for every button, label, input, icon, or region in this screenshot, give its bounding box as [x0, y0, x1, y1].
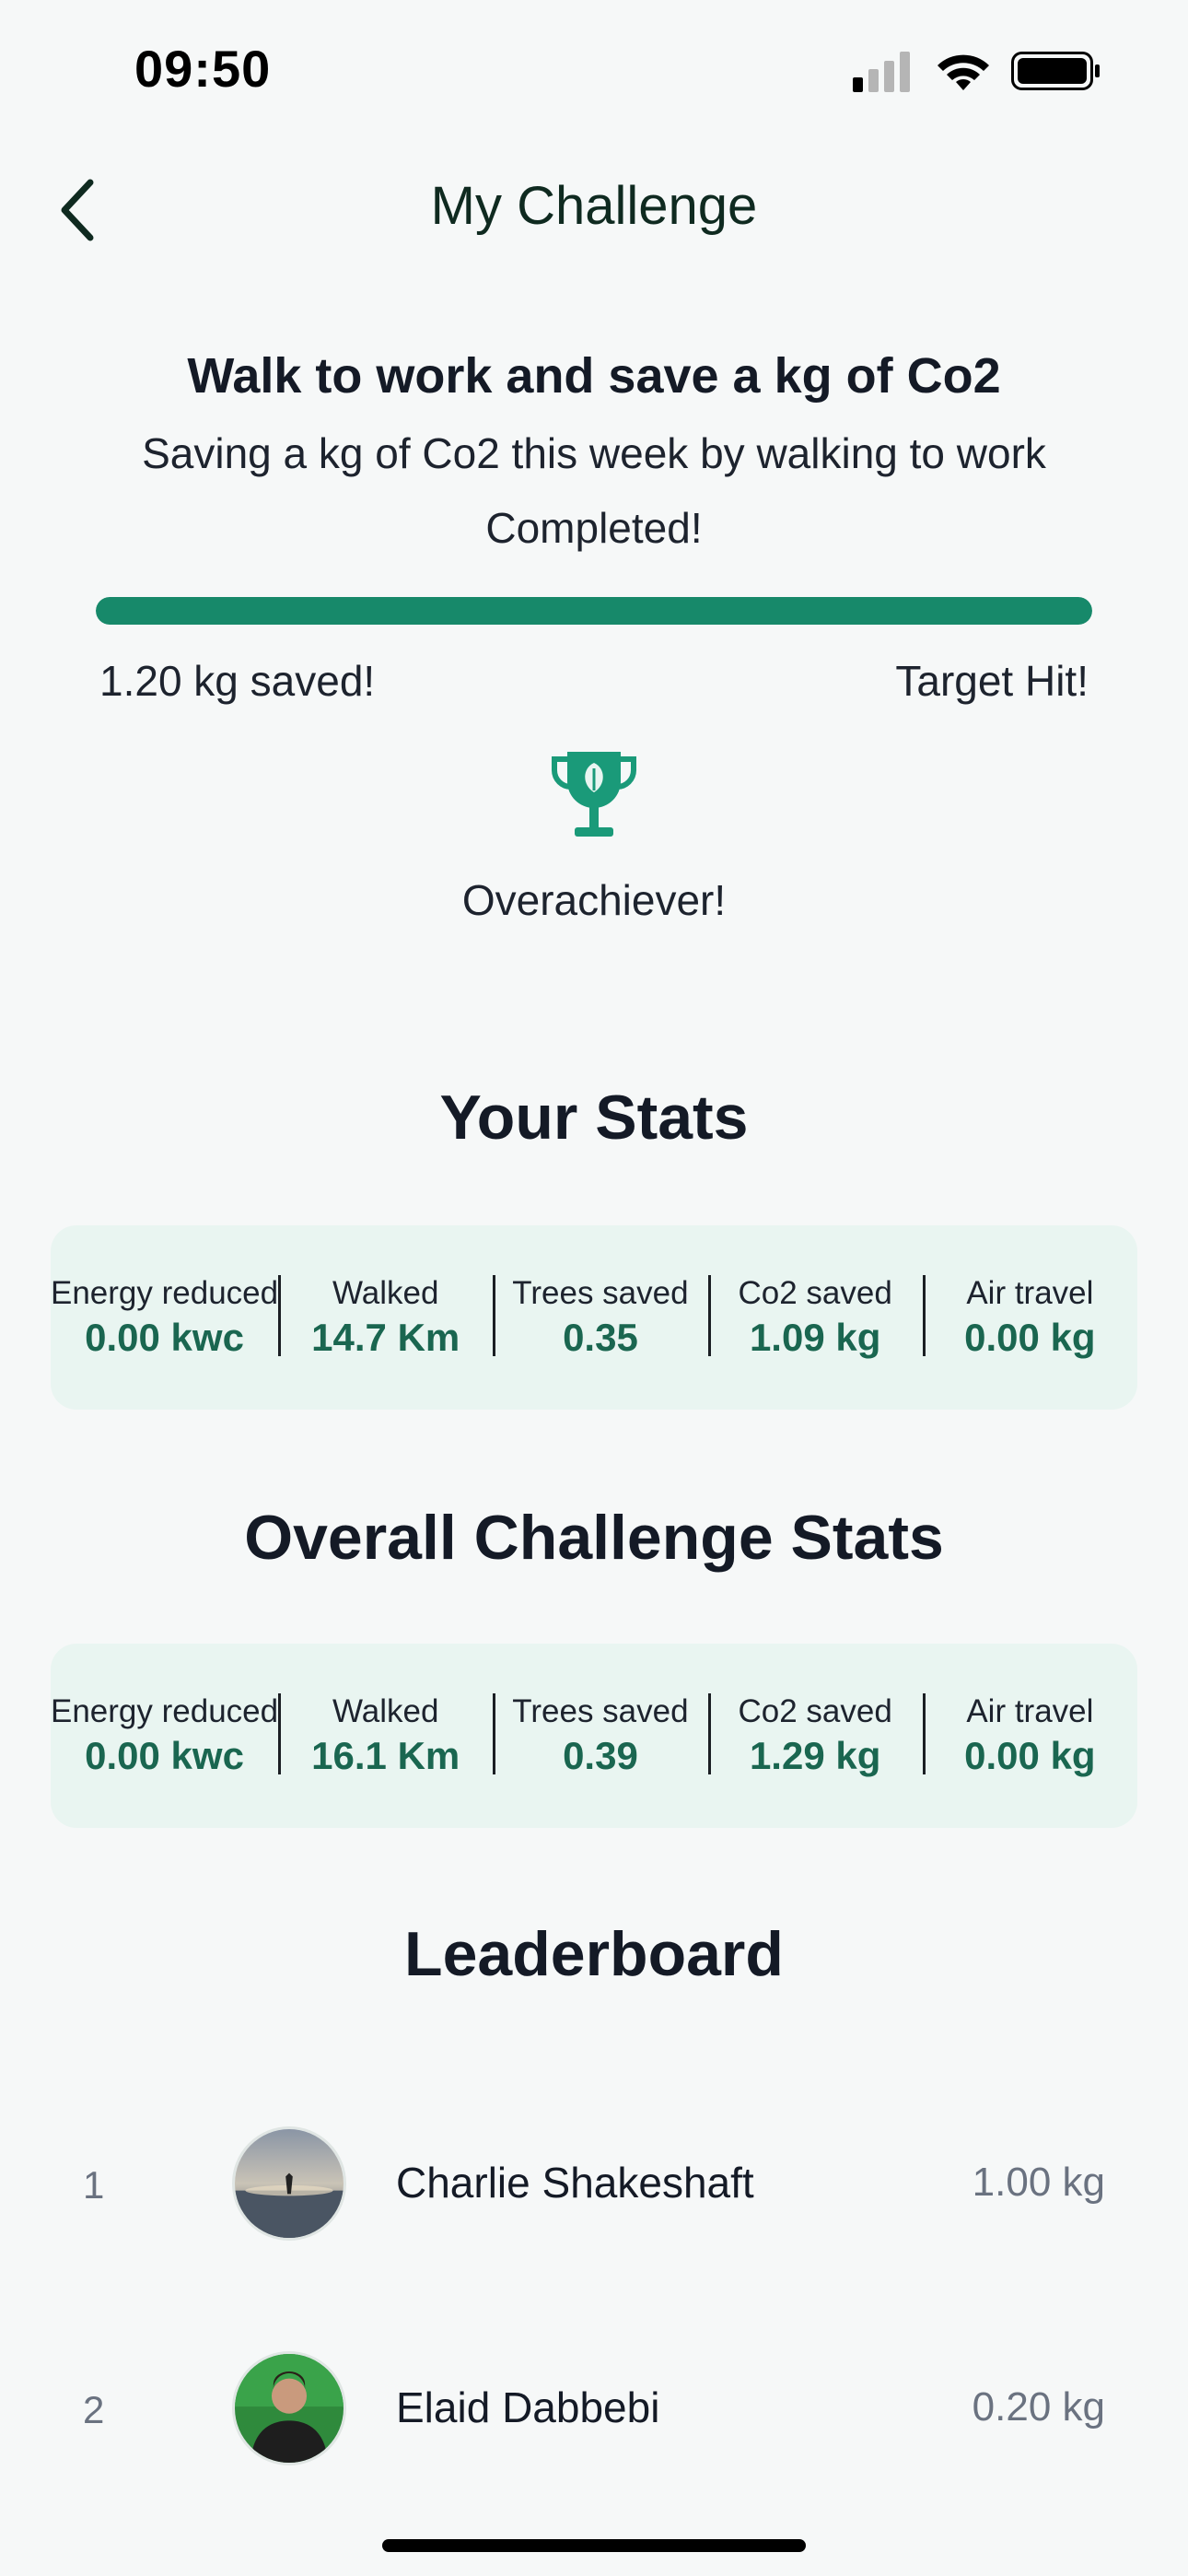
leaderboard-row[interactable]: 2 Elaid Dabbebi 0.20 kg: [0, 2351, 1188, 2471]
stat-air-travel: Air travel 0.00 kg: [922, 1273, 1137, 1362]
target-status-label: Target Hit!: [895, 657, 1089, 705]
leaderboard-name: Charlie Shakeshaft: [396, 2159, 754, 2207]
overall-stats-card: Energy reduced 0.00 kwc Walked 16.1 Km T…: [51, 1644, 1137, 1828]
wifi-icon: [938, 54, 989, 90]
stat-label: Trees saved: [512, 1275, 689, 1311]
stat-trees-saved: Trees saved 0.39: [493, 1692, 707, 1780]
saved-amount-label: 1.20 kg saved!: [99, 657, 376, 705]
leaderboard-rank: 2: [83, 2388, 105, 2431]
avatar: [232, 2126, 346, 2241]
stat-value: 0.00 kwc: [85, 1734, 244, 1777]
leaderboard-title: Leaderboard: [404, 1919, 784, 1989]
signal-icon: [853, 52, 910, 92]
battery-icon: [1011, 52, 1100, 90]
stat-value: 0.00 kwc: [85, 1316, 244, 1359]
challenge-progress-bar: [96, 597, 1092, 625]
stat-label: Trees saved: [512, 1693, 689, 1729]
stat-label: Co2 saved: [738, 1275, 892, 1311]
stat-co2-saved: Co2 saved 1.09 kg: [707, 1273, 923, 1362]
leaderboard-value: 0.20 kg: [972, 2384, 1105, 2430]
stat-label: Walked: [332, 1275, 439, 1311]
stat-value: 0.00 kg: [964, 1316, 1096, 1359]
stat-value: 14.7 Km: [311, 1316, 460, 1359]
stat-value: 0.39: [563, 1734, 638, 1777]
your-stats-card: Energy reduced 0.00 kwc Walked 14.7 Km T…: [51, 1225, 1137, 1410]
stat-label: Air travel: [966, 1275, 1094, 1311]
stat-energy-reduced: Energy reduced 0.00 kwc: [51, 1273, 278, 1362]
trophy-leaf-icon: [552, 752, 636, 837]
stat-value: 1.29 kg: [749, 1734, 881, 1777]
stat-trees-saved: Trees saved 0.35: [493, 1273, 707, 1362]
challenge-title: Walk to work and save a kg of Co2: [187, 348, 1001, 404]
leaderboard-value: 1.00 kg: [972, 2160, 1105, 2205]
challenge-description: Saving a kg of Co2 this week by walking …: [142, 429, 1046, 477]
leaderboard-row[interactable]: 1 Charlie Shakeshaft 1.00 kg: [0, 2126, 1188, 2246]
stat-value: 0.35: [563, 1316, 638, 1359]
overall-stats-title: Overall Challenge Stats: [244, 1503, 944, 1573]
stat-walked: Walked 16.1 Km: [278, 1692, 493, 1780]
progress-fill: [96, 597, 1092, 625]
your-stats-title: Your Stats: [439, 1083, 749, 1153]
avatar: [232, 2351, 346, 2465]
stat-label: Air travel: [966, 1693, 1094, 1729]
stat-walked: Walked 14.7 Km: [278, 1273, 493, 1362]
challenge-status: Completed!: [485, 504, 703, 552]
home-indicator[interactable]: [382, 2539, 806, 2552]
stat-label: Co2 saved: [738, 1693, 892, 1729]
stat-air-travel: Air travel 0.00 kg: [922, 1692, 1137, 1780]
stat-label: Walked: [332, 1693, 439, 1729]
stat-energy-reduced: Energy reduced 0.00 kwc: [51, 1692, 278, 1780]
stat-value: 16.1 Km: [311, 1734, 460, 1777]
stat-value: 1.09 kg: [749, 1316, 881, 1359]
badge-label: Overachiever!: [461, 876, 727, 924]
status-icons: [853, 52, 1100, 92]
leaderboard-rank: 1: [83, 2163, 105, 2207]
stat-value: 0.00 kg: [964, 1734, 1096, 1777]
leaderboard-name: Elaid Dabbebi: [396, 2383, 660, 2431]
stat-co2-saved: Co2 saved 1.29 kg: [707, 1692, 923, 1780]
stat-label: Energy reduced: [51, 1693, 279, 1729]
status-time: 09:50: [134, 40, 272, 98]
page-title: My Challenge: [430, 176, 758, 236]
stat-label: Energy reduced: [51, 1275, 279, 1311]
